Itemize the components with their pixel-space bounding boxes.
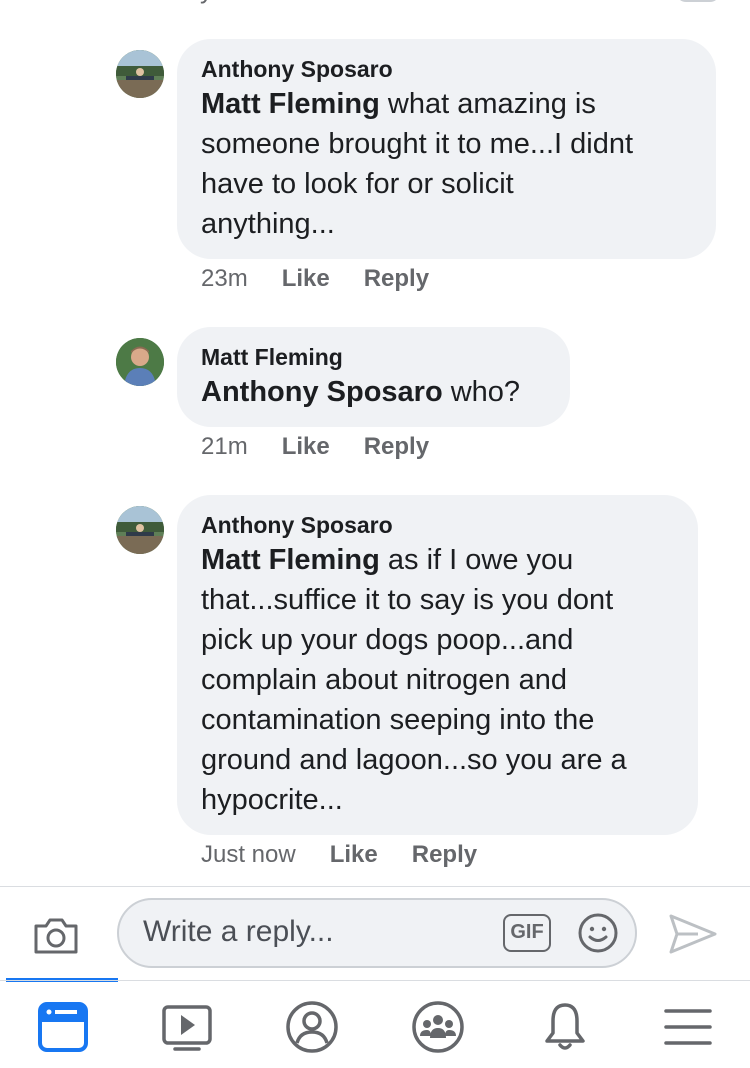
like-button[interactable]: Like [330,841,378,869]
mention-link[interactable]: Anthony Sposaro [201,376,443,408]
groups-icon[interactable] [410,999,466,1055]
previous-button[interactable] [676,0,720,2]
like-button[interactable]: Like [282,265,330,293]
reply-input[interactable]: Write a reply... GIF [117,898,637,968]
notifications-icon[interactable] [537,999,593,1055]
reply-placeholder: Write a reply... [143,915,334,948]
comment-meta: Just now Like Reply [201,841,477,869]
reply-button[interactable]: Reply [412,841,477,869]
previous-reply-link[interactable]: y [200,0,213,5]
comment-author[interactable]: Anthony Sposaro [201,54,692,84]
reply-button[interactable]: Reply [364,265,429,293]
comment-author[interactable]: Anthony Sposaro [201,510,674,540]
bottom-tab-bar [0,980,750,1068]
comment-text: Matt Fleming as if I owe you that...suff… [201,544,627,816]
comment-bubble[interactable]: Matt Fleming Anthony Sposaro who? [177,327,570,427]
mention-link[interactable]: Matt Fleming [201,544,380,576]
comment-bubble[interactable]: Anthony Sposaro Matt Fleming what amazin… [177,39,716,259]
smiley-icon[interactable] [577,912,619,954]
gif-button[interactable]: GIF [503,914,551,952]
camera-icon[interactable] [32,916,80,956]
avatar[interactable] [116,338,164,386]
comment-bubble[interactable]: Anthony Sposaro Matt Fleming as if I owe… [177,495,698,835]
timestamp: Just now [201,841,296,868]
avatar[interactable] [116,50,164,98]
reply-composer: Write a reply... GIF [0,886,750,979]
timestamp: 21m [201,433,248,460]
menu-icon[interactable] [660,999,716,1055]
comment-meta: 23m Like Reply [201,265,429,293]
send-icon[interactable] [668,912,718,956]
watch-icon[interactable] [159,999,215,1055]
comment-meta: 21m Like Reply [201,433,429,461]
reply-button[interactable]: Reply [364,433,429,461]
comment-text: Matt Fleming what amazing is someone bro… [201,88,634,240]
mention-link[interactable]: Matt Fleming [201,88,380,120]
comment-text: Anthony Sposaro who? [201,376,521,408]
previous-comment-stub: y [0,0,750,14]
comment-author[interactable]: Matt Fleming [201,342,546,372]
avatar[interactable] [116,506,164,554]
profile-icon[interactable] [284,999,340,1055]
like-button[interactable]: Like [282,433,330,461]
timestamp: 23m [201,265,248,292]
news-feed-icon[interactable] [35,999,91,1055]
